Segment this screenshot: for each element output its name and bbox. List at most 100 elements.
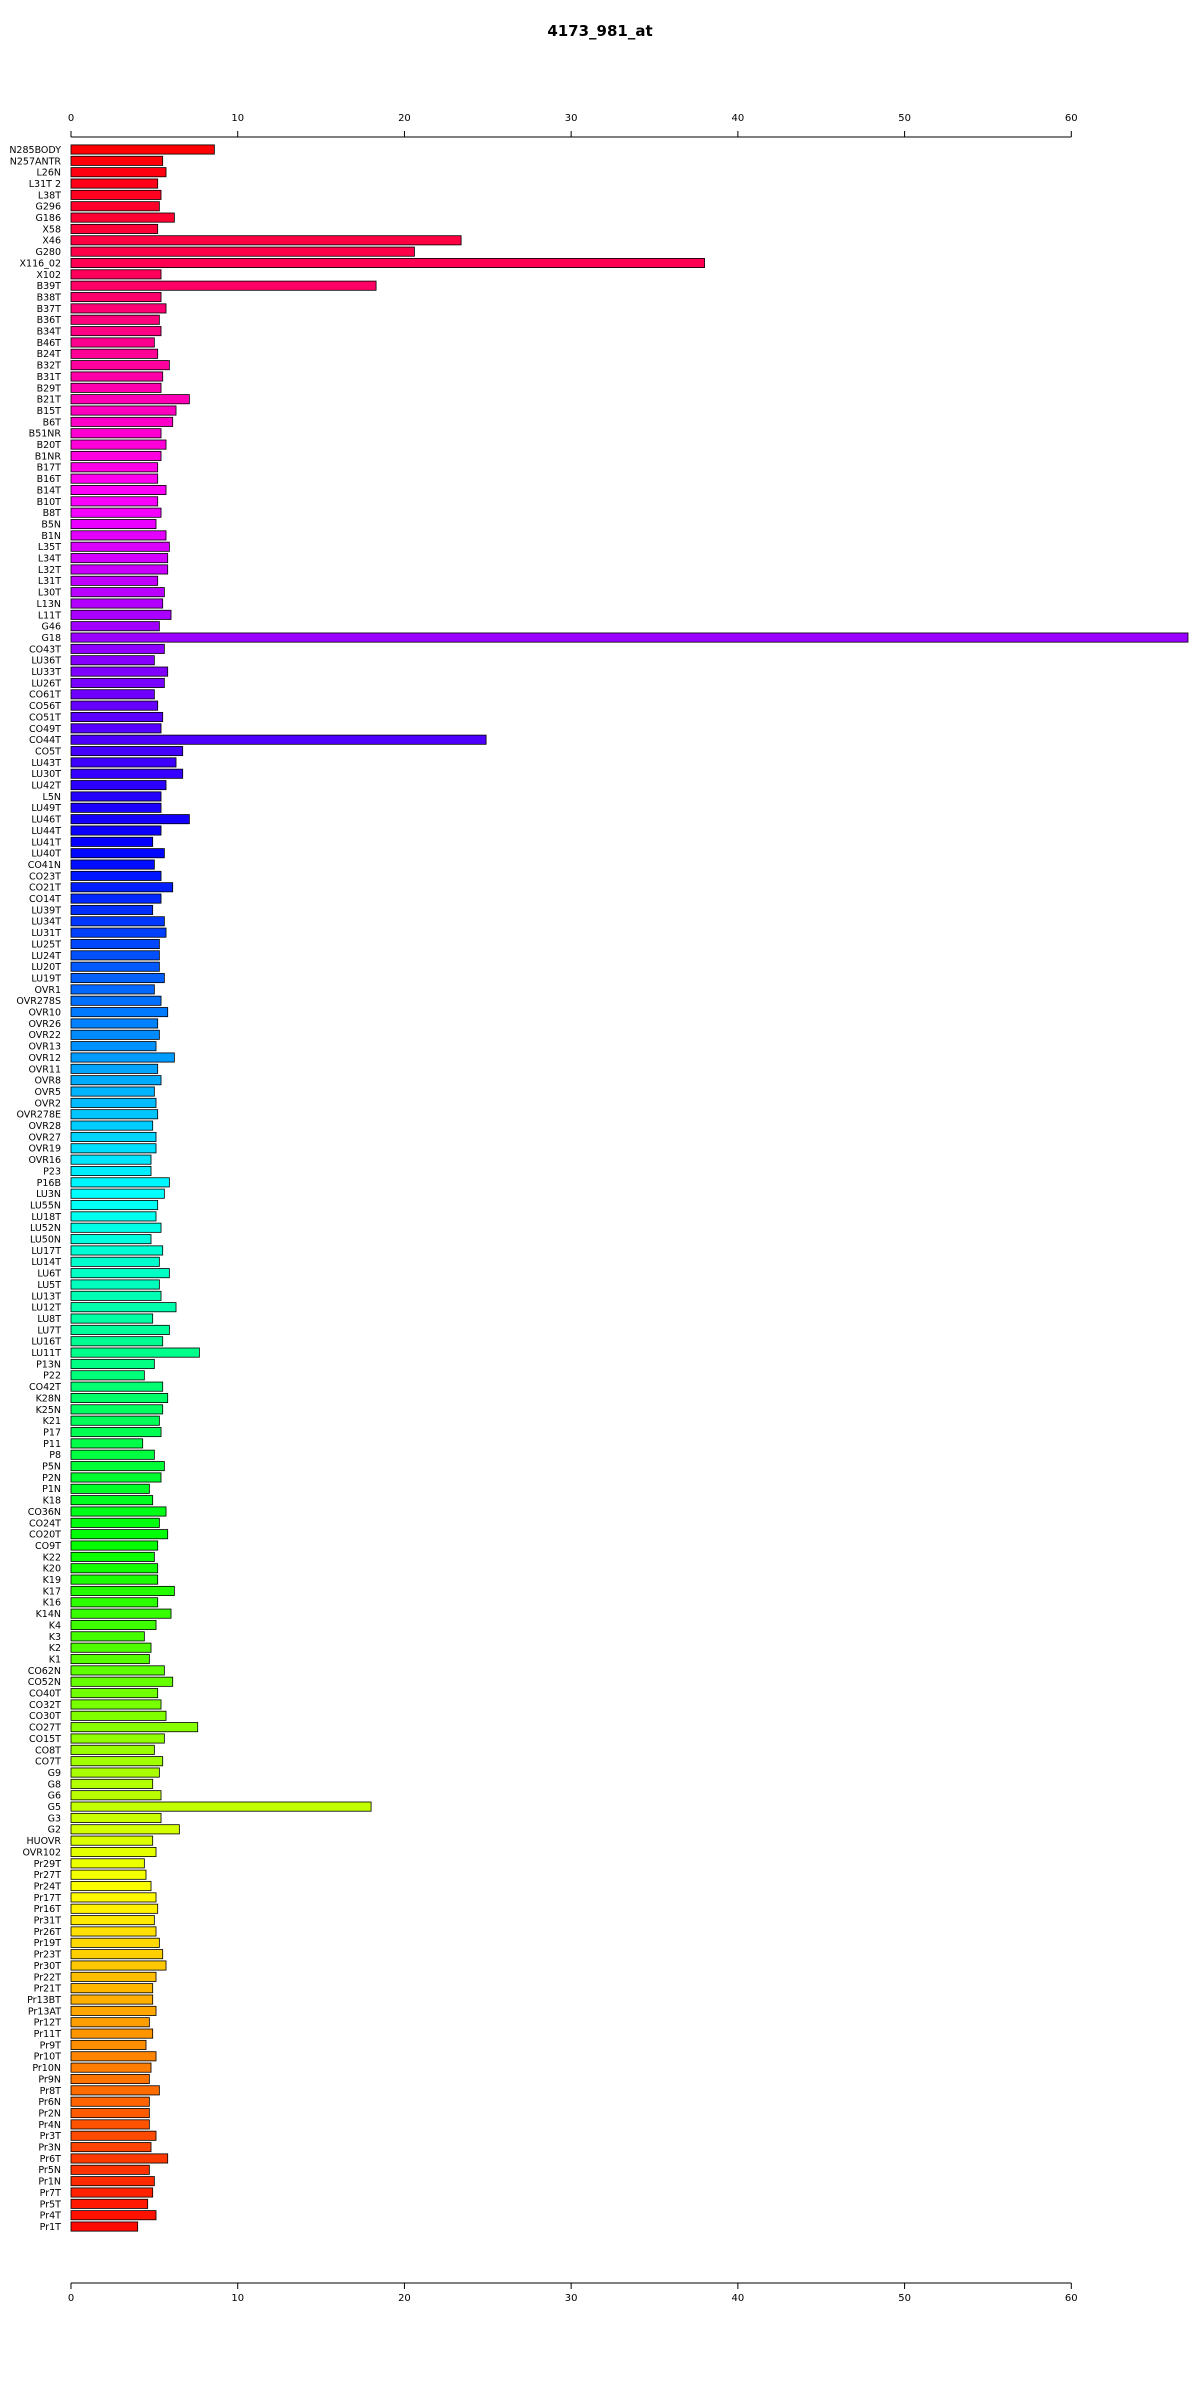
category-label: Pr11T (34, 2029, 62, 2040)
category-label: Pr5T (40, 2199, 62, 2210)
bar (70, 1585, 175, 1596)
bar (70, 1642, 152, 1653)
category-label: P23 (43, 1166, 61, 1177)
category-label: LU17T (31, 1246, 61, 1257)
bar (70, 723, 162, 734)
category-label: P5N (42, 1462, 61, 1473)
bar (70, 530, 167, 541)
category-label: CO15T (29, 1734, 61, 1745)
bar (70, 2051, 157, 2062)
category-label: B15T (37, 406, 62, 417)
category-label: OVR11 (29, 1064, 62, 1075)
category-label: Pr27T (34, 1870, 62, 1881)
category-label: CO62N (28, 1666, 61, 1677)
bar (70, 1937, 160, 1948)
bar (70, 1790, 162, 1801)
category-label: P2N (42, 1473, 61, 1484)
category-label: L30T (38, 588, 61, 599)
category-label: LU55N (30, 1200, 61, 1211)
bar (70, 1313, 154, 1324)
bar (70, 1620, 157, 1631)
bar (70, 2153, 169, 2164)
category-label: OVR1 (35, 985, 61, 996)
category-label: CO7T (35, 1757, 61, 1768)
bar (70, 757, 177, 768)
category-label: P22 (43, 1371, 61, 1382)
bar (70, 1551, 155, 1562)
bar (70, 1177, 170, 1188)
category-label: L5N (43, 792, 61, 803)
bar (70, 1574, 159, 1585)
bar (70, 916, 165, 927)
bar (70, 2085, 160, 2096)
bar (70, 882, 174, 893)
bar (70, 337, 155, 348)
category-label: P11 (43, 1439, 61, 1450)
bar (70, 1358, 155, 1369)
category-label: Pr1N (38, 2177, 61, 2188)
bar (70, 553, 169, 564)
bar (70, 632, 1189, 643)
bar (70, 1370, 145, 1381)
category-label: K18 (43, 1496, 61, 1507)
bar (70, 1143, 157, 1154)
category-label: K25N (36, 1405, 61, 1416)
category-label: G46 (42, 622, 61, 633)
category-label: LU52N (30, 1223, 61, 1234)
bar (70, 1983, 154, 1994)
category-label: Pr3T (40, 2131, 62, 2142)
category-label: CO24T (29, 1518, 61, 1529)
category-label: LU25T (31, 939, 61, 950)
category-label: Pr2N (38, 2108, 61, 2119)
bar (70, 1665, 165, 1676)
category-label: P13N (36, 1359, 61, 1370)
bar (70, 1676, 174, 1687)
bar (70, 1710, 167, 1721)
bar (70, 519, 157, 530)
bar (70, 405, 177, 416)
category-label: OVR28 (29, 1121, 62, 1132)
category-label: LU7T (37, 1325, 61, 1336)
bar (70, 1234, 152, 1245)
bottom-x-axis: 0 10 20 30 40 50 60 (68, 2282, 1078, 2304)
category-label: B39T (37, 281, 62, 292)
category-label: L11T (38, 610, 61, 621)
category-label: LU12T (31, 1303, 61, 1314)
bar (70, 927, 167, 938)
category-label: CO14T (29, 894, 61, 905)
bar (70, 564, 169, 575)
category-label: LU20T (31, 962, 61, 973)
category-label: LU11T (31, 1348, 61, 1359)
category-label: Pr7T (40, 2188, 62, 2199)
category-label: N257ANTR (10, 156, 62, 167)
bar (70, 768, 184, 779)
category-label: LU44T (31, 826, 61, 837)
bar (70, 246, 415, 257)
bar (70, 1869, 147, 1880)
category-label: X102 (36, 270, 61, 281)
bottom-tick-label: 0 (68, 2293, 74, 2304)
category-label: LU30T (31, 769, 61, 780)
bar (70, 1892, 157, 1903)
category-label: CO56T (29, 701, 61, 712)
bar (70, 507, 162, 518)
category-label: B6T (43, 417, 62, 428)
category-label: LU6T (37, 1269, 61, 1280)
category-label: N285BODY (9, 145, 61, 156)
bar (70, 1041, 157, 1052)
bar (70, 1722, 199, 1733)
bar (70, 1994, 154, 2005)
category-label: LU50N (30, 1235, 61, 1246)
bar (70, 1415, 160, 1426)
bar (70, 2062, 152, 2073)
category-label: G2 (48, 1825, 61, 1836)
bar (70, 1449, 155, 1460)
bar (70, 825, 162, 836)
category-label: L32T (38, 565, 61, 576)
bar (70, 2142, 152, 2153)
bar (70, 859, 155, 870)
bar (70, 371, 164, 382)
category-label: Pr16T (34, 1904, 62, 1915)
bar (70, 1290, 162, 1301)
bar (70, 1302, 177, 1313)
